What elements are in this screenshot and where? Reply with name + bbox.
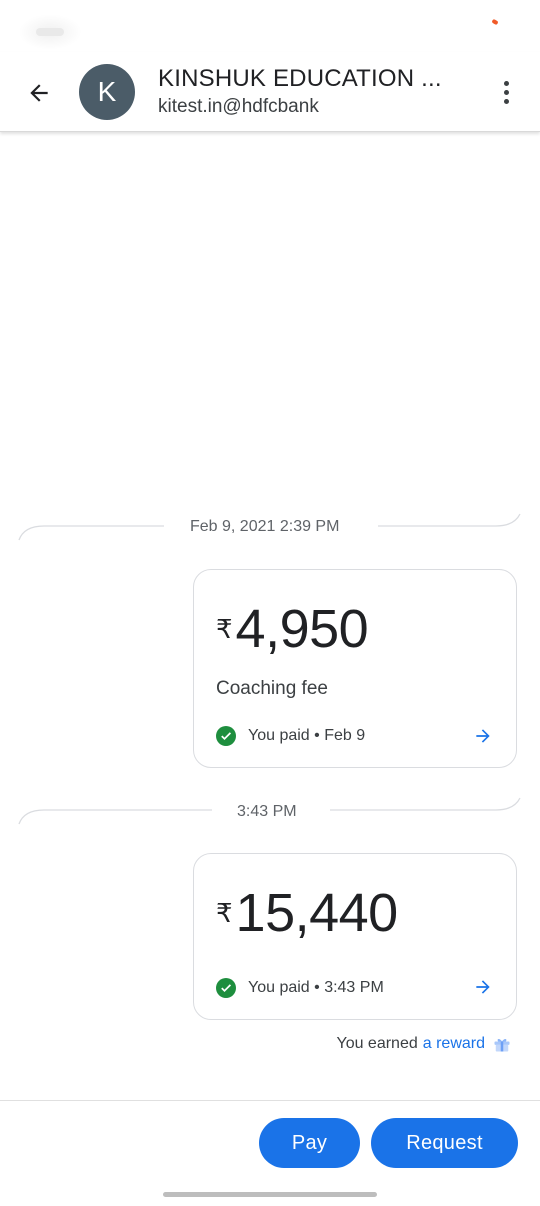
currency-symbol: ₹ xyxy=(216,898,233,928)
reward-link[interactable]: a reward xyxy=(423,1035,485,1053)
time-divider-line-right xyxy=(330,797,521,811)
payment-card[interactable]: ₹ 15,440 You paid • 3:43 PM xyxy=(193,853,517,1020)
currency-symbol: ₹ xyxy=(216,614,233,644)
arrow-right-icon xyxy=(476,980,490,994)
payment-status-text: You paid • Feb 9 xyxy=(248,727,366,744)
date-divider-line-right xyxy=(378,513,521,527)
contact-upi-id: kitest.in@hdfcbank xyxy=(158,96,319,117)
date-divider-label: Feb 9, 2021 2:39 PM xyxy=(190,518,340,535)
status-pill xyxy=(36,28,64,36)
card-details-arrow[interactable] xyxy=(472,725,494,747)
arrow-right-icon xyxy=(476,729,490,743)
amount-row: ₹ 4,950 xyxy=(216,598,369,660)
status-bar xyxy=(0,0,540,52)
avatar[interactable]: K xyxy=(79,64,135,120)
reward-message: You earned a reward xyxy=(336,1034,512,1054)
back-button[interactable] xyxy=(22,76,56,110)
chat-header: K KINSHUK EDUCATION ... kitest.in@hdfcba… xyxy=(0,52,540,132)
payment-card[interactable]: ₹ 4,950 Coaching fee You paid • Feb 9 xyxy=(193,569,517,768)
more-vert-icon xyxy=(503,80,509,86)
gift-icon[interactable] xyxy=(492,1034,512,1054)
payment-status: You paid • Feb 9 xyxy=(216,726,365,746)
time-divider-line-left xyxy=(18,809,212,825)
payment-amount: 4,950 xyxy=(235,599,369,659)
check-circle-icon xyxy=(216,726,236,746)
home-indicator[interactable] xyxy=(163,1192,377,1197)
contact-name: KINSHUK EDUCATION ... xyxy=(158,65,442,92)
check-circle-icon xyxy=(216,978,236,998)
pay-button[interactable]: Pay xyxy=(259,1118,360,1168)
amount-row: ₹ 15,440 xyxy=(216,882,398,944)
date-divider-line-left xyxy=(18,525,164,541)
payment-amount: 15,440 xyxy=(235,883,399,943)
notification-dot xyxy=(491,18,499,26)
more-options-button[interactable] xyxy=(494,76,518,108)
bottom-action-bar: Pay Request xyxy=(0,1100,540,1206)
reward-prefix: You earned xyxy=(336,1035,418,1052)
payment-status-text: You paid • 3:43 PM xyxy=(248,979,384,996)
card-details-arrow[interactable] xyxy=(472,976,494,998)
request-button[interactable]: Request xyxy=(371,1118,518,1168)
payment-status: You paid • 3:43 PM xyxy=(216,978,384,998)
payment-note: Coaching fee xyxy=(216,678,328,699)
back-arrow-icon xyxy=(30,84,48,102)
time-divider-label: 3:43 PM xyxy=(237,803,297,820)
